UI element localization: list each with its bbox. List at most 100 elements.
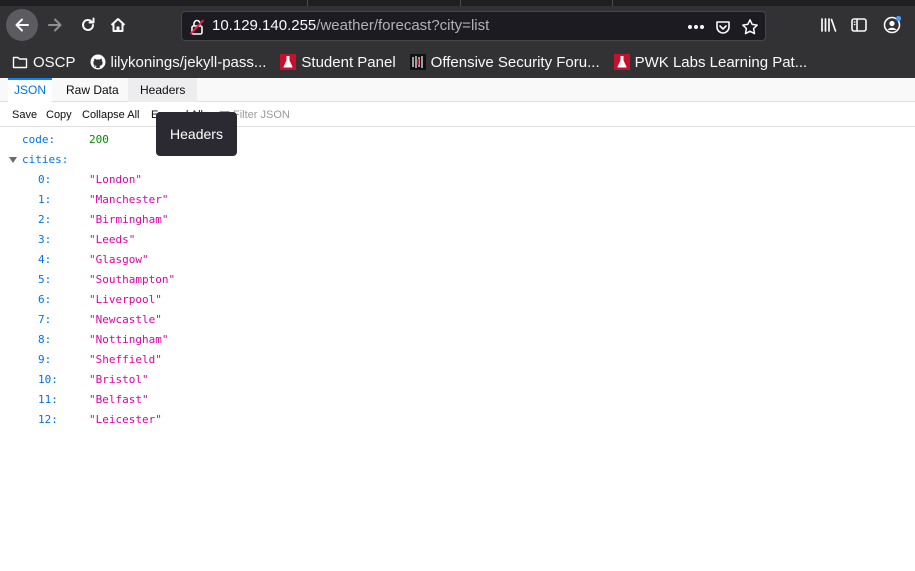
json-index: 10: (38, 373, 58, 386)
pocket-button[interactable] (713, 17, 733, 37)
pocket-icon (716, 21, 730, 34)
json-key: code: (22, 133, 56, 146)
save-button[interactable]: Save (12, 103, 37, 127)
bookmark-label: Offensive Security Foru... (430, 53, 600, 71)
tab-raw-data[interactable]: Raw Data (60, 78, 125, 102)
json-index: 0: (38, 173, 52, 186)
bookmark-label: lilykonings/jekyll-pass... (110, 53, 267, 71)
viewer-toolbar: Save Copy Collapse All Expand All Filter… (0, 103, 915, 127)
json-string-value: "Birmingham" (89, 213, 169, 226)
tab-separator (307, 0, 308, 6)
json-string-value: "Manchester" (89, 193, 169, 206)
json-index: 6: (38, 293, 52, 306)
json-number-value: 200 (89, 133, 109, 146)
json-index: 12: (38, 413, 58, 426)
json-viewer: JSON Raw Data Headers Save Copy Collapse… (0, 78, 915, 571)
arrow-right-icon (48, 18, 62, 32)
forward-button[interactable] (41, 11, 69, 39)
url-host: 10.129.140.255 (212, 17, 317, 34)
json-string-value: "Newcastle" (89, 313, 162, 326)
offsec-flask-icon (613, 54, 630, 70)
collapse-all-button[interactable]: Collapse All (82, 103, 139, 127)
library-icon (821, 18, 837, 32)
library-button[interactable] (817, 13, 841, 37)
arrow-left-icon (15, 18, 29, 32)
sidebar-icon (851, 18, 867, 32)
url-text[interactable]: 10.129.140.255/weather/forecast?city=lis… (212, 17, 489, 34)
json-array-row[interactable]: 9: "Sheffield" (0, 350, 915, 370)
json-array-row[interactable]: 5: "Southampton" (0, 270, 915, 290)
tab-strip (0, 0, 915, 6)
json-string-value: "Sheffield" (89, 353, 162, 366)
bookmark-student-panel[interactable]: Student Panel (280, 53, 396, 71)
json-array-row[interactable]: 7: "Newcastle" (0, 310, 915, 330)
bookmark-star-button[interactable] (740, 17, 760, 37)
sidebar-button[interactable] (847, 13, 871, 37)
offsec-forum-icon (409, 54, 426, 70)
json-string-value: "Glasgow" (89, 253, 149, 266)
json-index: 4: (38, 253, 52, 266)
json-array-row[interactable]: 0: "London" (0, 170, 915, 190)
json-array-row[interactable]: 1: "Manchester" (0, 190, 915, 210)
browser-chrome: 10.129.140.255/weather/forecast?city=lis… (0, 0, 915, 78)
json-array-row[interactable]: 3: "Leeds" (0, 230, 915, 250)
reload-icon (82, 17, 95, 31)
json-string-value: "Belfast" (89, 393, 149, 406)
json-index: 8: (38, 333, 52, 346)
tab-separator (612, 0, 613, 6)
filter-placeholder: Filter JSON (233, 109, 290, 121)
page-actions-button[interactable] (686, 17, 706, 37)
json-string-value: "Nottingham" (89, 333, 169, 346)
back-button[interactable] (6, 9, 38, 41)
json-index: 3: (38, 233, 52, 246)
json-index: 2: (38, 213, 52, 226)
url-bar[interactable]: 10.129.140.255/weather/forecast?city=lis… (181, 11, 766, 41)
json-array-row[interactable]: 11: "Belfast" (0, 390, 915, 410)
json-array-row[interactable]: 12: "Leicester" (0, 410, 915, 430)
json-row-code[interactable]: code: 200 (0, 130, 915, 150)
json-string-value: "London" (89, 173, 142, 186)
folder-icon (12, 56, 28, 69)
github-icon (90, 54, 106, 70)
home-icon (110, 18, 126, 32)
bookmark-label: Student Panel (301, 53, 396, 71)
json-array-row[interactable]: 2: "Birmingham" (0, 210, 915, 230)
bookmark-jekyll-pass[interactable]: lilykonings/jekyll-pass... (90, 53, 267, 71)
json-string-value: "Bristol" (89, 373, 149, 386)
json-array-row[interactable]: 6: "Liverpool" (0, 290, 915, 310)
json-index: 5: (38, 273, 52, 286)
json-string-value: "Leicester" (89, 413, 162, 426)
account-button[interactable] (880, 13, 904, 37)
more-dots-icon (688, 25, 704, 29)
json-string-value: "Leeds" (89, 233, 136, 246)
tab-headers[interactable]: Headers (128, 78, 198, 102)
copy-button[interactable]: Copy (46, 103, 72, 127)
bookmark-label: PWK Labs Learning Pat... (634, 53, 808, 71)
json-string-value: "Liverpool" (89, 293, 162, 306)
tab-separator (460, 0, 461, 6)
offsec-flask-icon (280, 54, 297, 70)
bookmark-oscp[interactable]: OSCP (12, 54, 76, 71)
json-index: 7: (38, 313, 52, 326)
url-path: /weather/forecast?city=list (316, 17, 490, 34)
headers-tooltip: Headers (156, 112, 237, 156)
viewer-tabs: JSON Raw Data Headers (0, 78, 915, 102)
json-index: 1: (38, 193, 52, 206)
json-array-row[interactable]: 4: "Glasgow" (0, 250, 915, 270)
home-button[interactable] (104, 11, 132, 39)
expand-twisty-icon[interactable] (9, 157, 17, 163)
json-string-value: "Southampton" (89, 273, 176, 286)
json-array-row[interactable]: 8: "Nottingham" (0, 330, 915, 350)
json-key: cities: (22, 153, 69, 166)
reload-button[interactable] (74, 11, 102, 39)
json-array-row[interactable]: 10: "Bristol" (0, 370, 915, 390)
bookmark-label: OSCP (33, 53, 76, 71)
json-row-cities[interactable]: cities: (0, 150, 915, 170)
star-icon (742, 19, 758, 35)
bookmark-pwk-labs[interactable]: PWK Labs Learning Pat... (613, 53, 808, 71)
tab-json[interactable]: JSON (8, 78, 53, 102)
bookmark-offsec-forum[interactable]: Offensive Security Foru... (409, 53, 600, 71)
bookmarks-toolbar: OSCP lilykonings/jekyll-pass... Student … (0, 48, 915, 76)
json-index: 11: (38, 393, 58, 406)
insecure-lock-icon (189, 19, 205, 35)
